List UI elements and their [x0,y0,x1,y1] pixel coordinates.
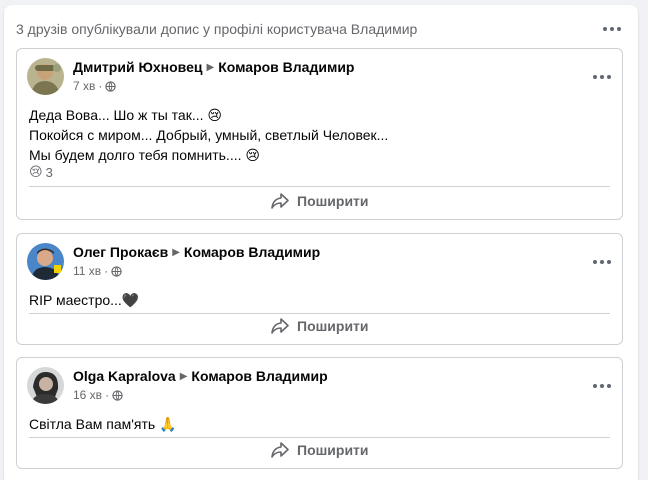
divider [29,186,610,187]
post-header: Дмитрий Юхновец ▶ Комаров Владимир 7 хв … [27,58,612,98]
share-button[interactable]: Поширити [270,317,369,335]
post-header-text: Дмитрий Юхновец ▶ Комаров Владимир 7 хв … [73,58,612,98]
divider [29,437,610,438]
post-header-text: Olga Kapralova ▶ Комаров Владимир 16 хв … [73,367,612,407]
post-header: Олег Прокаєв ▶ Комаров Владимир 11 хв · [27,243,612,283]
author-name[interactable]: Дмитрий Юхновец [73,59,203,75]
post-names: Дмитрий Юхновец ▶ Комаров Владимир [73,59,612,75]
share-button[interactable]: Поширити [270,441,369,459]
triangle-right-icon: ▶ [179,370,188,382]
divider [29,313,610,314]
post-line: RIP маестро...🖤 [29,292,140,308]
reactions[interactable]: 😢 3 [29,165,53,180]
post-meta: 11 хв · [73,264,612,278]
triangle-right-icon: ▶ [172,246,180,258]
post-more-icon[interactable] [588,376,616,396]
share-arrow-icon [271,318,289,334]
panel-header: 3 друзів опублікували допис у профілі ко… [16,18,626,40]
post-header: Olga Kapralova ▶ Комаров Владимир 16 хв … [27,367,612,407]
target-name[interactable]: Комаров Владимир [191,368,327,384]
post-names: Олег Прокаєв ▶ Комаров Владимир [73,244,612,260]
post-body: Деда Вова... Шо ж ты так... 😢 Покойся с … [29,105,388,165]
meta-dot: · [104,264,109,278]
post-line: Покойся с миром... Добрый, умный, светлы… [29,127,389,143]
avatar[interactable] [27,367,64,404]
share-label: Поширити [297,318,369,334]
share-label: Поширити [297,442,369,458]
reaction-count: 3 [45,165,53,180]
post-meta: 16 хв · [73,388,612,402]
share-arrow-icon [271,193,289,209]
post-line: Світла Вам пам'ять 🙏 [29,416,177,432]
post-meta: 7 хв · [73,79,612,93]
post-card: Olga Kapralova ▶ Комаров Владимир 16 хв … [16,357,623,469]
post-names: Olga Kapralova ▶ Комаров Владимир [73,368,612,384]
sad-reaction-icon: 😢 [29,165,43,180]
post-time[interactable]: 11 хв [73,264,101,278]
post-body: Світла Вам пам'ять 🙏 [29,414,177,434]
post-time[interactable]: 7 хв [73,79,95,93]
author-name[interactable]: Олег Прокаєв [73,244,168,260]
avatar[interactable] [27,243,64,280]
avatar[interactable] [27,58,64,95]
globe-icon [105,80,117,92]
post-card: Олег Прокаєв ▶ Комаров Владимир 11 хв · … [16,233,623,345]
post-line: Мы будем долго тебя помнить.... 😢 [29,147,260,163]
target-name[interactable]: Комаров Владимир [218,59,354,75]
meta-dot: · [105,388,110,402]
panel-title: 3 друзів опублікували допис у профілі ко… [16,21,418,37]
triangle-right-icon: ▶ [206,61,215,73]
share-button[interactable]: Поширити [270,192,369,210]
meta-dot: · [98,79,103,93]
target-name[interactable]: Комаров Владимир [184,244,320,260]
author-name[interactable]: Olga Kapralova [73,368,176,384]
post-more-icon[interactable] [588,252,616,272]
more-options-icon[interactable] [598,19,626,39]
post-header-text: Олег Прокаєв ▶ Комаров Владимир 11 хв · [73,243,612,283]
post-more-icon[interactable] [588,67,616,87]
globe-icon [111,265,122,277]
post-line: Деда Вова... Шо ж ты так... 😢 [29,107,222,123]
share-arrow-icon [271,442,289,458]
post-body: RIP маестро...🖤 [29,290,139,310]
globe-icon [112,389,123,401]
post-card: Дмитрий Юхновец ▶ Комаров Владимир 7 хв … [16,48,623,220]
post-time[interactable]: 16 хв [73,388,102,402]
share-label: Поширити [297,193,369,209]
